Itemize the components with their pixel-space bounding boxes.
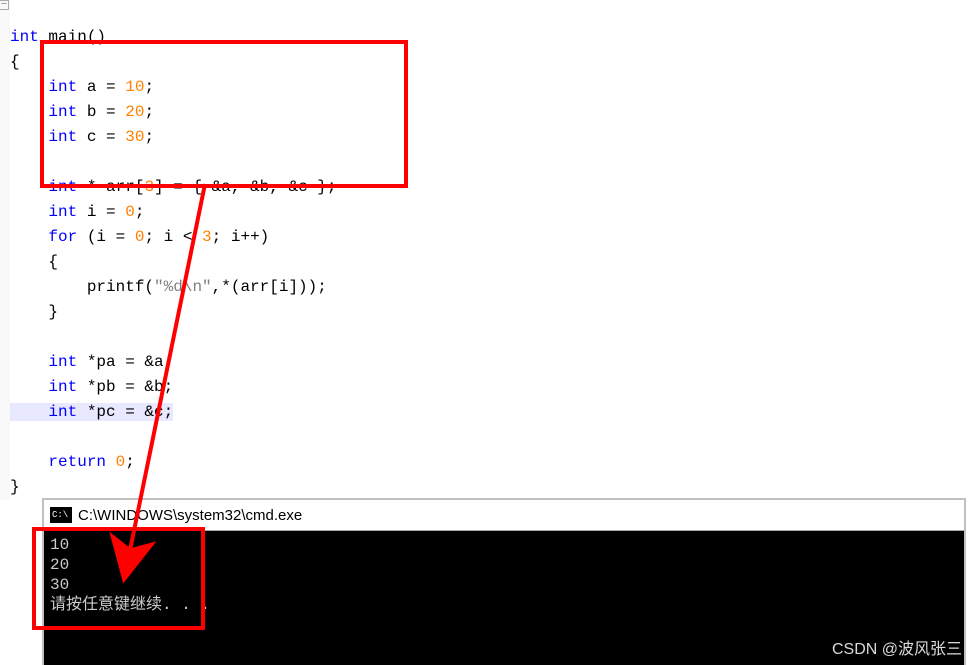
code-line: printf("%d\n",*(arr[i])); (10, 278, 327, 296)
code-line: int c = 30; (10, 128, 154, 146)
code-line: int a = 10; (10, 78, 154, 96)
code-line: } (10, 303, 58, 321)
code-line: { (10, 53, 20, 71)
code-line: return 0; (10, 453, 135, 471)
console-line: 10 (50, 536, 69, 554)
console-line: 请按任意键继续. . . (50, 596, 210, 614)
console-line: 30 (50, 576, 69, 594)
code-line: int *pc = &c; (10, 403, 173, 421)
code-content: int main() { int a = 10; int b = 20; int… (0, 0, 970, 500)
code-line: } (10, 478, 20, 496)
console-title: C:\WINDOWS\system32\cmd.exe (78, 507, 302, 524)
code-line: int b = 20; (10, 103, 154, 121)
code-line: int * arr[3] = { &a, &b, &c }; (10, 178, 336, 196)
console-output: 10 20 30 请按任意键继续. . . (44, 531, 964, 619)
cmd-icon: C:\ (50, 507, 72, 523)
code-line: int *pb = &b; (10, 378, 173, 396)
code-line: int main() (10, 28, 106, 46)
code-line: for (i = 0; i < 3; i++) (10, 228, 269, 246)
code-line: int *pa = &a; (10, 353, 173, 371)
console-window: C:\ C:\WINDOWS\system32\cmd.exe 10 20 30… (42, 498, 966, 665)
code-editor: − int main() { int a = 10; int b = 20; i… (0, 0, 970, 500)
code-line: { (10, 253, 58, 271)
console-line: 20 (50, 556, 69, 574)
console-titlebar[interactable]: C:\ C:\WINDOWS\system32\cmd.exe (44, 500, 964, 531)
code-line: int i = 0; (10, 203, 144, 221)
